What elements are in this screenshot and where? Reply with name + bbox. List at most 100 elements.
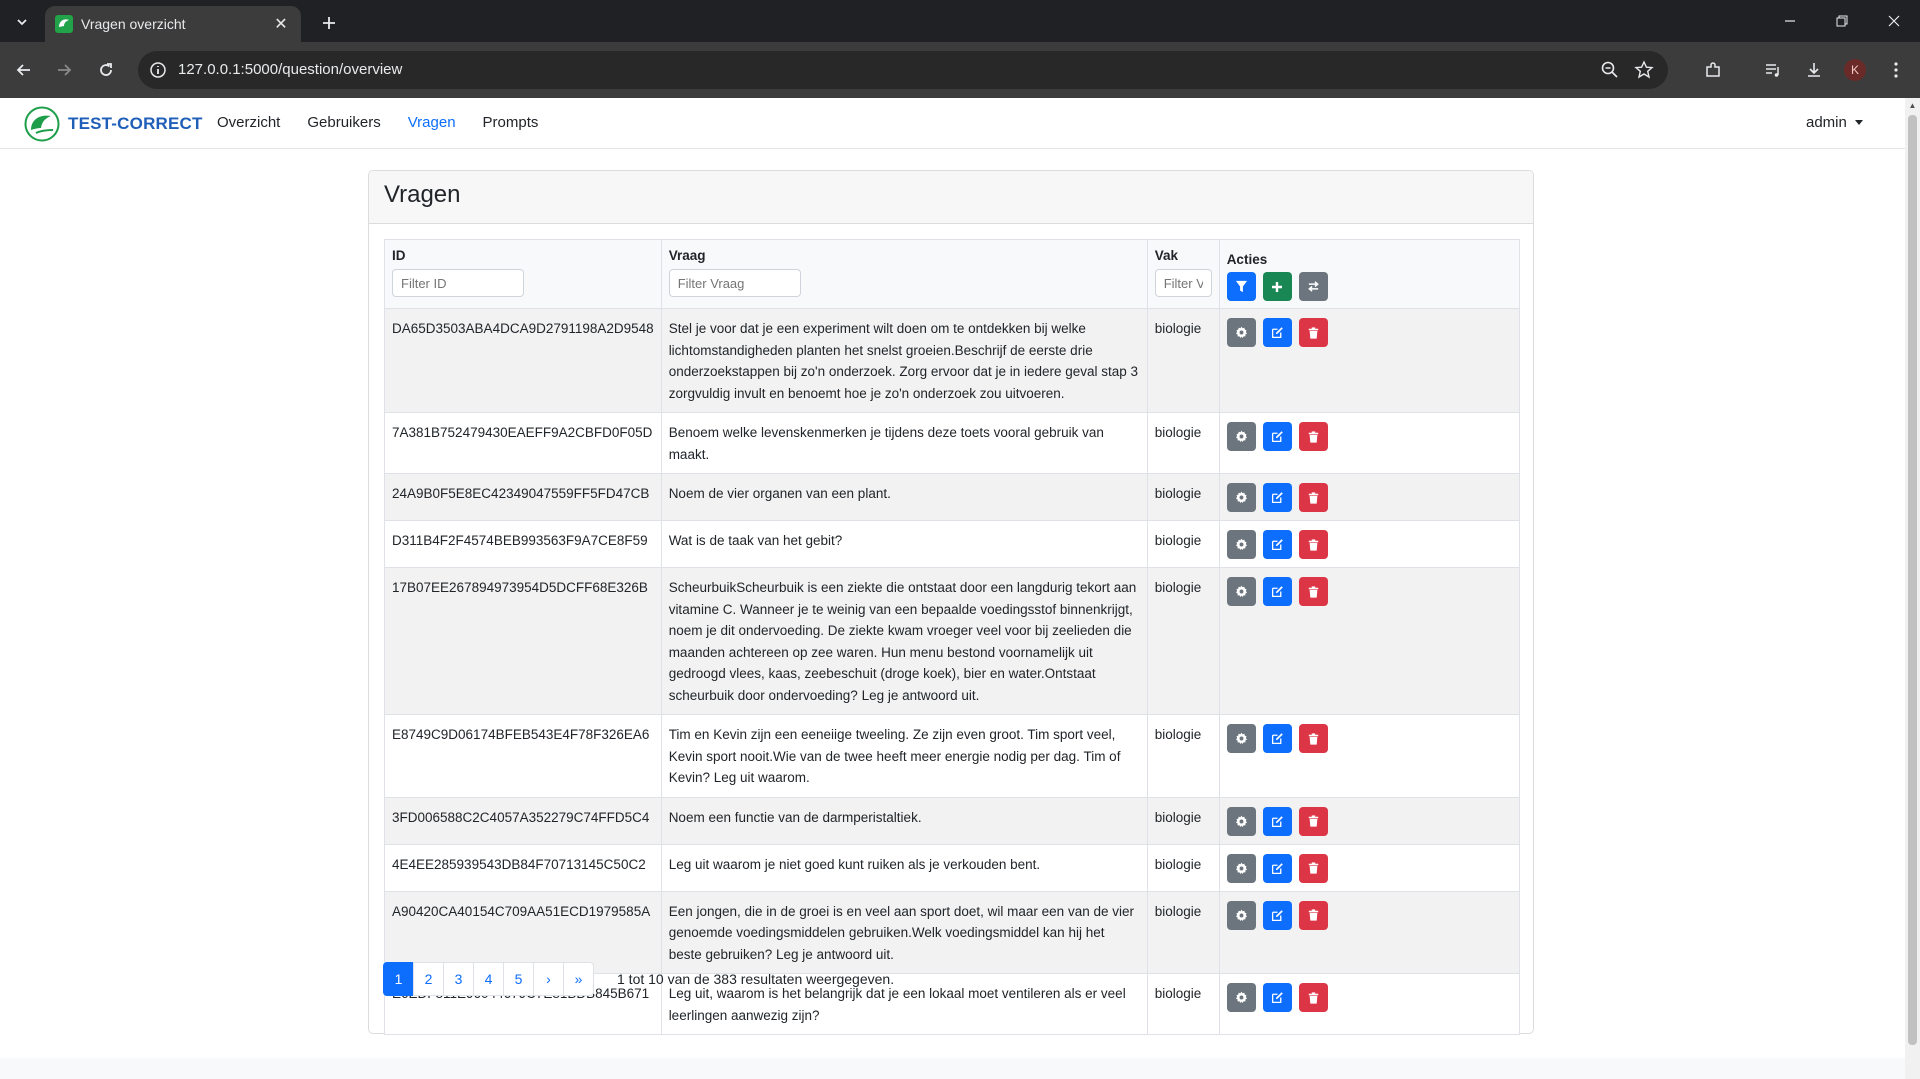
edit-button[interactable] <box>1262 806 1292 836</box>
delete-button[interactable] <box>1298 318 1328 347</box>
delete-button[interactable] <box>1298 530 1328 559</box>
restore-button[interactable] <box>1816 0 1868 42</box>
question-id: 17B07EE267894973954D5DCFF68E326B <box>392 580 648 595</box>
profile-avatar[interactable]: K <box>1844 59 1866 81</box>
settings-button[interactable] <box>1226 983 1256 1012</box>
delete-button[interactable] <box>1298 853 1328 883</box>
edit-button[interactable] <box>1262 724 1292 753</box>
app-favicon-icon <box>55 15 73 33</box>
settings-button[interactable] <box>1226 530 1256 559</box>
scroll-thumb[interactable] <box>1908 115 1917 1045</box>
edit-icon <box>1271 539 1283 551</box>
table-row: E8749C9D06174BFEB543E4F78F326EA6 Tim en K… <box>384 714 1521 798</box>
filter-button[interactable] <box>1226 272 1256 301</box>
cell-question: Wat is de taak van het gebit? <box>660 520 1148 568</box>
question-text: Noem een functie van de darmperistaltiek… <box>668 809 922 825</box>
filter-id-input[interactable] <box>392 269 524 297</box>
delete-button[interactable] <box>1298 983 1328 1012</box>
column-header-question: Vraag <box>660 239 1148 309</box>
back-button[interactable] <box>10 56 38 84</box>
address-bar[interactable]: 127.0.0.1:5000/question/overview <box>138 51 1668 89</box>
question-id: 3FD006588C2C4057A352279C74FFD5C4 <box>392 809 650 825</box>
brand[interactable]: TEST-CORRECT <box>24 106 203 142</box>
edit-button[interactable] <box>1262 422 1292 451</box>
add-question-button[interactable] <box>1262 272 1292 301</box>
bookmark-star-icon[interactable] <box>1634 60 1654 80</box>
media-controls-button[interactable] <box>1759 56 1787 84</box>
browser-tab[interactable]: Vragen overzicht ✕ <box>45 6 301 42</box>
page-link[interactable]: 1 <box>383 962 414 996</box>
minimize-button[interactable] <box>1764 0 1816 42</box>
site-info-icon[interactable] <box>148 60 168 80</box>
reload-button[interactable] <box>92 56 120 84</box>
tab-search-button[interactable] <box>8 8 36 36</box>
delete-button[interactable] <box>1298 577 1328 606</box>
filter-question-input[interactable] <box>668 269 801 297</box>
user-dropdown[interactable]: admin <box>1806 114 1863 131</box>
delete-button[interactable] <box>1298 806 1328 836</box>
app-navbar: TEST-CORRECT Overzicht Gebruikers Vragen… <box>0 98 1905 149</box>
cell-id: 17B07EE267894973954D5DCFF68E326B <box>384 567 662 715</box>
nav-overzicht[interactable]: Overzicht <box>217 114 280 131</box>
edit-button[interactable] <box>1262 853 1292 883</box>
page-scrollbar[interactable]: ▲ <box>1905 98 1920 1079</box>
page-link[interactable]: 4 <box>473 962 504 996</box>
nav-vragen[interactable]: Vragen <box>408 114 456 131</box>
close-tab-icon[interactable]: ✕ <box>271 14 291 34</box>
playlist-icon <box>1766 64 1779 77</box>
settings-button[interactable] <box>1226 724 1256 753</box>
settings-button[interactable] <box>1226 483 1256 512</box>
trash-icon <box>1308 585 1318 598</box>
downloads-button[interactable] <box>1800 56 1828 84</box>
extensions-button[interactable] <box>1699 56 1727 84</box>
filter-subject-input[interactable] <box>1154 269 1212 297</box>
edit-button[interactable] <box>1262 983 1292 1012</box>
cell-id: 7A381B752479430EAEFF9A2CBFD0F05D <box>384 412 662 474</box>
page-link[interactable]: » <box>563 962 594 996</box>
delete-button[interactable] <box>1298 900 1328 930</box>
new-tab-button[interactable] <box>316 10 342 36</box>
page-link[interactable]: 5 <box>503 962 534 996</box>
edit-icon <box>1271 586 1283 598</box>
scroll-up-arrow-icon[interactable]: ▲ <box>1905 98 1920 113</box>
cell-subject: biologie <box>1146 890 1220 974</box>
edit-button[interactable] <box>1262 483 1292 512</box>
delete-button[interactable] <box>1298 422 1328 451</box>
download-icon <box>1808 63 1820 77</box>
url-text[interactable]: 127.0.0.1:5000/question/overview <box>178 61 402 78</box>
delete-button[interactable] <box>1298 724 1328 753</box>
cell-subject: biologie <box>1146 714 1220 798</box>
page-link[interactable]: 3 <box>443 962 474 996</box>
edit-button[interactable] <box>1262 530 1292 559</box>
settings-button[interactable] <box>1226 900 1256 930</box>
question-subject: biologie <box>1154 903 1202 919</box>
question-id: D311B4F2F4574BEB993563F9A7CE8F59 <box>392 533 648 548</box>
question-subject: biologie <box>1154 727 1202 742</box>
settings-button[interactable] <box>1226 577 1256 606</box>
nav-prompts[interactable]: Prompts <box>483 114 539 131</box>
question-text: Noem de vier organen van een plant. <box>668 486 891 501</box>
edit-icon <box>1271 431 1283 443</box>
close-window-button[interactable] <box>1868 0 1920 42</box>
settings-button[interactable] <box>1226 853 1256 883</box>
edit-button[interactable] <box>1262 577 1292 606</box>
edit-button[interactable] <box>1262 318 1292 347</box>
swap-button[interactable] <box>1298 272 1328 301</box>
page-link[interactable]: 2 <box>413 962 444 996</box>
cell-id: 24A9B0F5E8EC42349047559FF5FD47CB <box>384 473 662 521</box>
plus-icon <box>1272 281 1283 292</box>
forward-button[interactable] <box>50 56 78 84</box>
edit-button[interactable] <box>1262 900 1292 930</box>
browser-menu-button[interactable] <box>1882 56 1910 84</box>
gear-icon <box>1235 430 1247 443</box>
gear-icon <box>1235 862 1247 874</box>
zoom-icon[interactable] <box>1600 60 1620 80</box>
page-link[interactable]: › <box>533 962 564 996</box>
delete-button[interactable] <box>1298 483 1328 512</box>
nav-gebruikers[interactable]: Gebruikers <box>307 114 380 131</box>
question-text: ScheurbuikScheurbuik is een ziekte die o… <box>668 580 1137 703</box>
table-row: 3FD006588C2C4057A352279C74FFD5C4 Noem een… <box>384 796 1521 845</box>
settings-button[interactable] <box>1226 422 1256 451</box>
settings-button[interactable] <box>1226 806 1256 836</box>
settings-button[interactable] <box>1226 318 1256 347</box>
